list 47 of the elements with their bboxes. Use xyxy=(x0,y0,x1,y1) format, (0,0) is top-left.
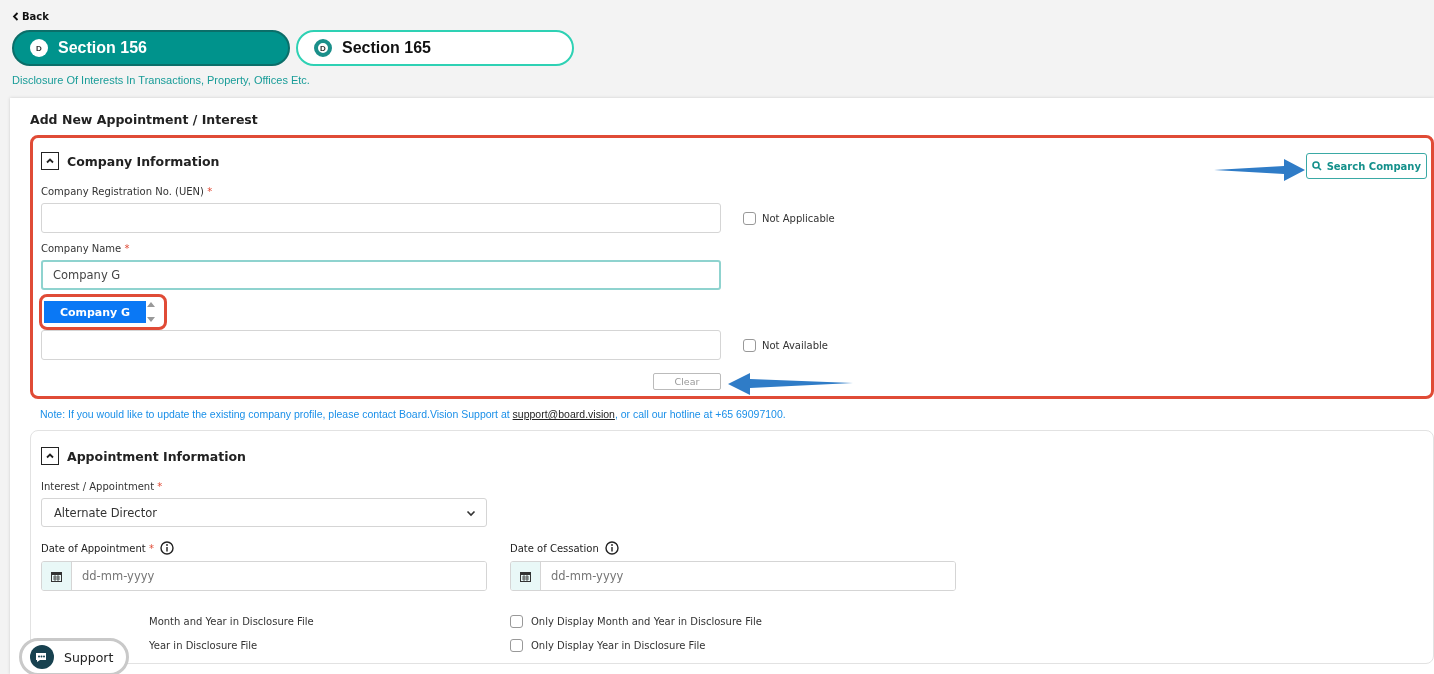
email-link[interactable]: support@board.vision xyxy=(512,408,615,420)
chevron-left-icon xyxy=(12,11,19,21)
text-input[interactable] xyxy=(41,330,721,360)
checkbox[interactable] xyxy=(510,638,523,652)
field-label: Date of Appointment * xyxy=(41,542,154,554)
info-icon[interactable] xyxy=(159,541,174,555)
collapse-toggle[interactable] xyxy=(41,152,59,170)
section-tab[interactable]: D Section 165 xyxy=(296,30,574,66)
appointment-select[interactable]: Alternate Director xyxy=(41,498,487,527)
calendar-icon xyxy=(520,570,531,582)
field-label: Company Registration No. (UEN) * xyxy=(41,186,214,197)
chat-icon xyxy=(30,645,54,669)
checkbox-label: Not Applicable xyxy=(762,212,835,224)
collapse-toggle[interactable] xyxy=(41,447,59,465)
panel-title: Appointment Information xyxy=(67,448,246,464)
chevron-up-icon xyxy=(45,156,55,166)
checkbox-label: Only Display Year in Disclosure File xyxy=(531,639,706,651)
checkbox-label: Month and Year in Disclosure File xyxy=(148,615,314,627)
scroll-arrows-icon[interactable] xyxy=(146,301,156,323)
text-input[interactable] xyxy=(41,203,721,233)
chevron-up-icon xyxy=(45,451,55,461)
checkbox-label: Not Available xyxy=(762,339,828,351)
field-label: Company Name * xyxy=(41,243,131,254)
checkbox[interactable] xyxy=(743,338,756,352)
note-text: Note: If you would like to update the existing company profile, please contact Board.Vision Support at support@board.vision, or call our hotline at +65 69097100. xyxy=(40,408,787,420)
suggestion-option[interactable]: Company G xyxy=(44,301,146,323)
support-button[interactable]: Support xyxy=(19,638,129,674)
checkbox-label: Year in Disclosure File xyxy=(148,639,258,651)
field-label: Interest / Appointment * xyxy=(41,481,164,492)
checkbox[interactable] xyxy=(743,211,756,225)
text-input[interactable]: Company G xyxy=(41,260,721,290)
checkbox[interactable] xyxy=(510,614,523,628)
section-tab[interactable]: D Section 156 xyxy=(12,30,290,66)
date-field[interactable]: dd-mm-yyyy xyxy=(41,561,487,591)
back-link[interactable]: Back xyxy=(12,8,49,24)
checkbox-label: Only Display Month and Year in Disclosure File xyxy=(531,615,762,627)
field-label: Date of Cessation xyxy=(510,542,599,554)
date-field[interactable]: dd-mm-yyyy xyxy=(510,561,956,591)
section-badge: D xyxy=(314,39,332,57)
panel-title: Company Information xyxy=(67,153,220,169)
search-icon xyxy=(1311,161,1322,171)
subtitle: Disclosure Of Interests In Transactions, Property, Offices Etc. xyxy=(12,74,311,86)
info-icon[interactable] xyxy=(604,541,619,555)
calendar-icon xyxy=(51,570,62,582)
section-badge: D xyxy=(30,39,48,57)
form-title: Add New Appointment / Interest xyxy=(30,112,259,127)
search-company-button[interactable]: Search Company xyxy=(1305,153,1427,179)
